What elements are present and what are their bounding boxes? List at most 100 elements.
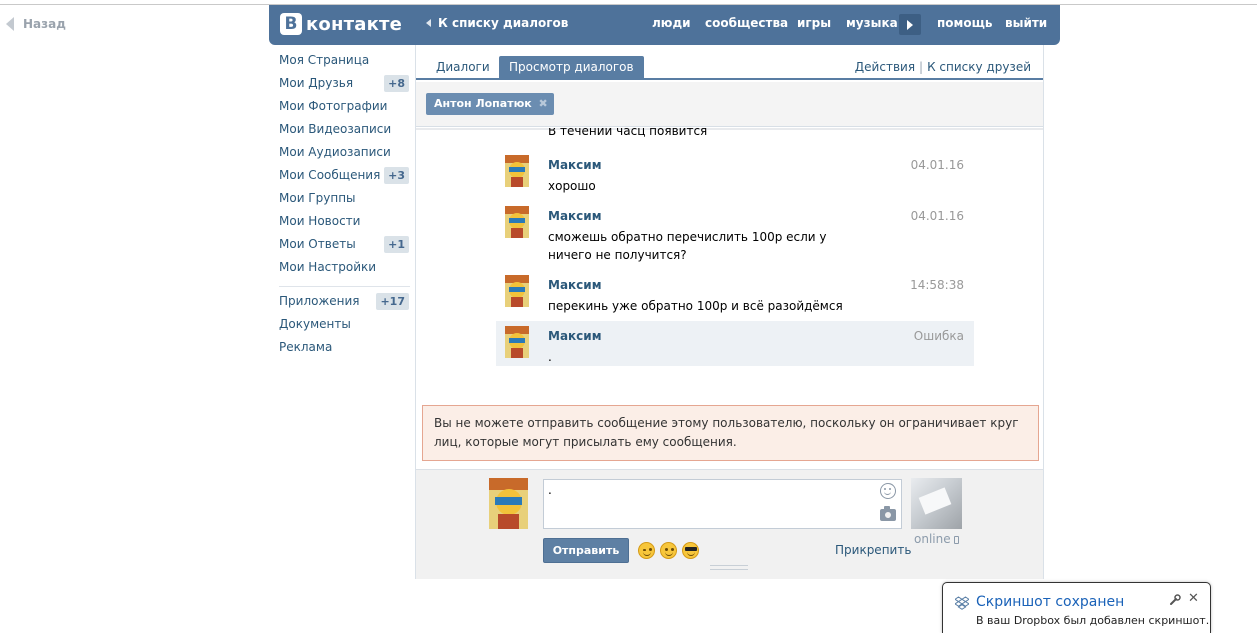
notification-text: В ваш Dropbox был добавлен скриншот. <box>976 614 1210 627</box>
message-date[interactable]: 04.01.16 <box>911 158 964 172</box>
menu-label: Мои Аудиозаписи <box>279 145 391 159</box>
back-link[interactable]: Назад <box>6 17 66 31</box>
menu-ads[interactable]: Реклама <box>279 339 410 362</box>
actions-link[interactable]: Действия <box>855 60 915 74</box>
menu-my-news[interactable]: Мои Новости <box>279 213 410 236</box>
menu-my-friends[interactable]: Мои Друзья +8 <box>279 75 410 98</box>
menu-documents[interactable]: Документы <box>279 316 410 339</box>
menu-my-settings[interactable]: Мои Настройки <box>279 259 410 282</box>
vk-logo-text: контакте <box>306 13 403 35</box>
message-error-status[interactable]: Ошибка <box>914 329 964 343</box>
online-status: online <box>914 532 959 546</box>
resize-grip[interactable] <box>710 565 748 570</box>
message-author[interactable]: Максим <box>548 278 602 292</box>
menu-label: Мои Сообщения <box>279 168 381 182</box>
menu-label: Мои Видеозаписи <box>279 122 392 136</box>
menu-label: Приложения <box>279 294 360 308</box>
tab-view-dialogs[interactable]: Просмотр диалогов <box>499 56 644 80</box>
arrow-left-icon <box>426 19 431 27</box>
close-icon[interactable]: ✕ <box>1188 591 1199 606</box>
menu-label: Реклама <box>279 340 333 354</box>
dropbox-notification[interactable]: Скриншот сохранен В ваш Dropbox был доба… <box>942 582 1211 633</box>
to-dialogs-link[interactable]: К списку диалогов <box>426 16 568 30</box>
smile-icon[interactable] <box>880 483 896 499</box>
camera-icon[interactable] <box>880 506 896 521</box>
sender-avatar[interactable] <box>505 155 529 187</box>
smile-emoji-icon[interactable] <box>660 542 677 559</box>
menu-apps[interactable]: Приложения +17 <box>279 293 410 316</box>
my-avatar[interactable] <box>489 478 528 529</box>
message-composer: . online Отправить Прикрепить <box>416 469 1043 579</box>
prev-message-text: В течении часц появится <box>548 128 708 138</box>
menu-divider <box>279 286 410 287</box>
tab-dialogs[interactable]: Диалоги <box>426 56 500 80</box>
message-author[interactable]: Максим <box>548 158 602 172</box>
message-author[interactable]: Максим <box>548 329 602 343</box>
wink-emoji-icon[interactable] <box>638 542 655 559</box>
message-input[interactable]: . <box>543 479 902 529</box>
remove-peer-icon[interactable]: ✖ <box>539 93 548 115</box>
message-author[interactable]: Максим <box>548 209 602 223</box>
to-dialogs-label: К списку диалогов <box>438 16 569 30</box>
menu-label: Документы <box>279 317 351 331</box>
menu-label: Мои Фотографии <box>279 99 388 113</box>
tab-links: Действия | К списку друзей <box>855 60 1031 74</box>
message-date[interactable]: 14:58:38 <box>910 278 964 292</box>
peer-chip-label: Антон Лопатюк <box>434 97 532 110</box>
peer-chip[interactable]: Антон Лопатюк ✖ <box>426 93 554 115</box>
message-text: . <box>548 350 552 364</box>
to-friends-link[interactable]: К списку друзей <box>927 60 1031 74</box>
messages-count-badge: +3 <box>384 167 409 184</box>
message-text: сможешь обратно перечислить 100р если у … <box>548 230 827 262</box>
back-label: Назад <box>23 17 66 31</box>
message-item[interactable]: Максим 04.01.16 сможешь обратно перечисл… <box>496 201 974 263</box>
cool-emoji-icon[interactable] <box>682 542 699 559</box>
message-item[interactable]: Максим 14:58:38 перекинь уже обратно 100… <box>496 270 974 314</box>
menu-my-photos[interactable]: Мои Фотографии <box>279 98 410 121</box>
answers-count-badge: +1 <box>384 236 409 253</box>
nav-help[interactable]: помощь <box>937 16 992 30</box>
menu-label: Мои Настройки <box>279 260 377 274</box>
nav-games[interactable]: игры <box>797 16 831 30</box>
notification-title: Скриншот сохранен <box>976 594 1125 610</box>
tab-bar: Диалоги Просмотр диалогов Действия | К спи… <box>416 45 1043 80</box>
vk-logo[interactable]: В контакте <box>280 13 402 35</box>
nav-music[interactable]: музыка <box>846 16 898 30</box>
peer-bar: Антон Лопатюк ✖ <box>416 82 1043 127</box>
sender-avatar[interactable] <box>505 206 529 238</box>
top-header: В контакте К списку диалогов люди сообще… <box>269 5 1060 45</box>
send-button[interactable]: Отправить <box>543 538 629 563</box>
attach-link[interactable]: Прикрепить <box>835 543 911 557</box>
left-menu: Моя Страница Мои Друзья +8 Мои Фотографии… <box>279 52 410 362</box>
menu-my-videos[interactable]: Мои Видеозаписи <box>279 121 410 144</box>
message-text: перекинь уже обратно 100р и всё разойдём… <box>548 299 843 313</box>
menu-my-messages[interactable]: Мои Сообщения +3 <box>279 167 410 190</box>
peer-avatar[interactable] <box>911 478 962 529</box>
message-history[interactable]: В течении часц появится Максим 04.01.16 … <box>416 128 1043 398</box>
menu-my-groups[interactable]: Мои Группы <box>279 190 410 213</box>
nav-people[interactable]: люди <box>652 16 691 30</box>
menu-my-page[interactable]: Моя Страница <box>279 52 410 75</box>
sender-avatar[interactable] <box>505 275 529 307</box>
message-date[interactable]: 04.01.16 <box>911 209 964 223</box>
menu-label: Мои Ответы <box>279 237 356 251</box>
menu-label: Моя Страница <box>279 53 370 67</box>
message-item[interactable]: Максим 04.01.16 хорошо <box>496 150 974 194</box>
back-arrow-icon <box>6 17 14 31</box>
nav-communities[interactable]: сообщества <box>705 16 788 30</box>
dialog-panel: Диалоги Просмотр диалогов Действия | К спи… <box>415 45 1044 579</box>
dropbox-icon <box>955 596 969 610</box>
message-text: хорошо <box>548 179 596 193</box>
nav-more-button[interactable] <box>899 14 921 35</box>
friends-count-badge: +8 <box>384 75 409 92</box>
menu-my-audio[interactable]: Мои Аудиозаписи <box>279 144 410 167</box>
nav-logout[interactable]: выйти <box>1005 16 1047 30</box>
menu-my-answers[interactable]: Мои Ответы +1 <box>279 236 410 259</box>
apps-count-badge: +17 <box>376 293 409 310</box>
message-item-failed[interactable]: Максим Ошибка . <box>496 321 974 366</box>
wrench-icon[interactable] <box>1169 594 1181 606</box>
menu-label: Мои Друзья <box>279 76 354 90</box>
history-top-shadow <box>416 128 1043 130</box>
send-restriction-warning: Вы не можете отправить сообщение этому п… <box>422 405 1039 461</box>
sender-avatar[interactable] <box>505 326 529 358</box>
